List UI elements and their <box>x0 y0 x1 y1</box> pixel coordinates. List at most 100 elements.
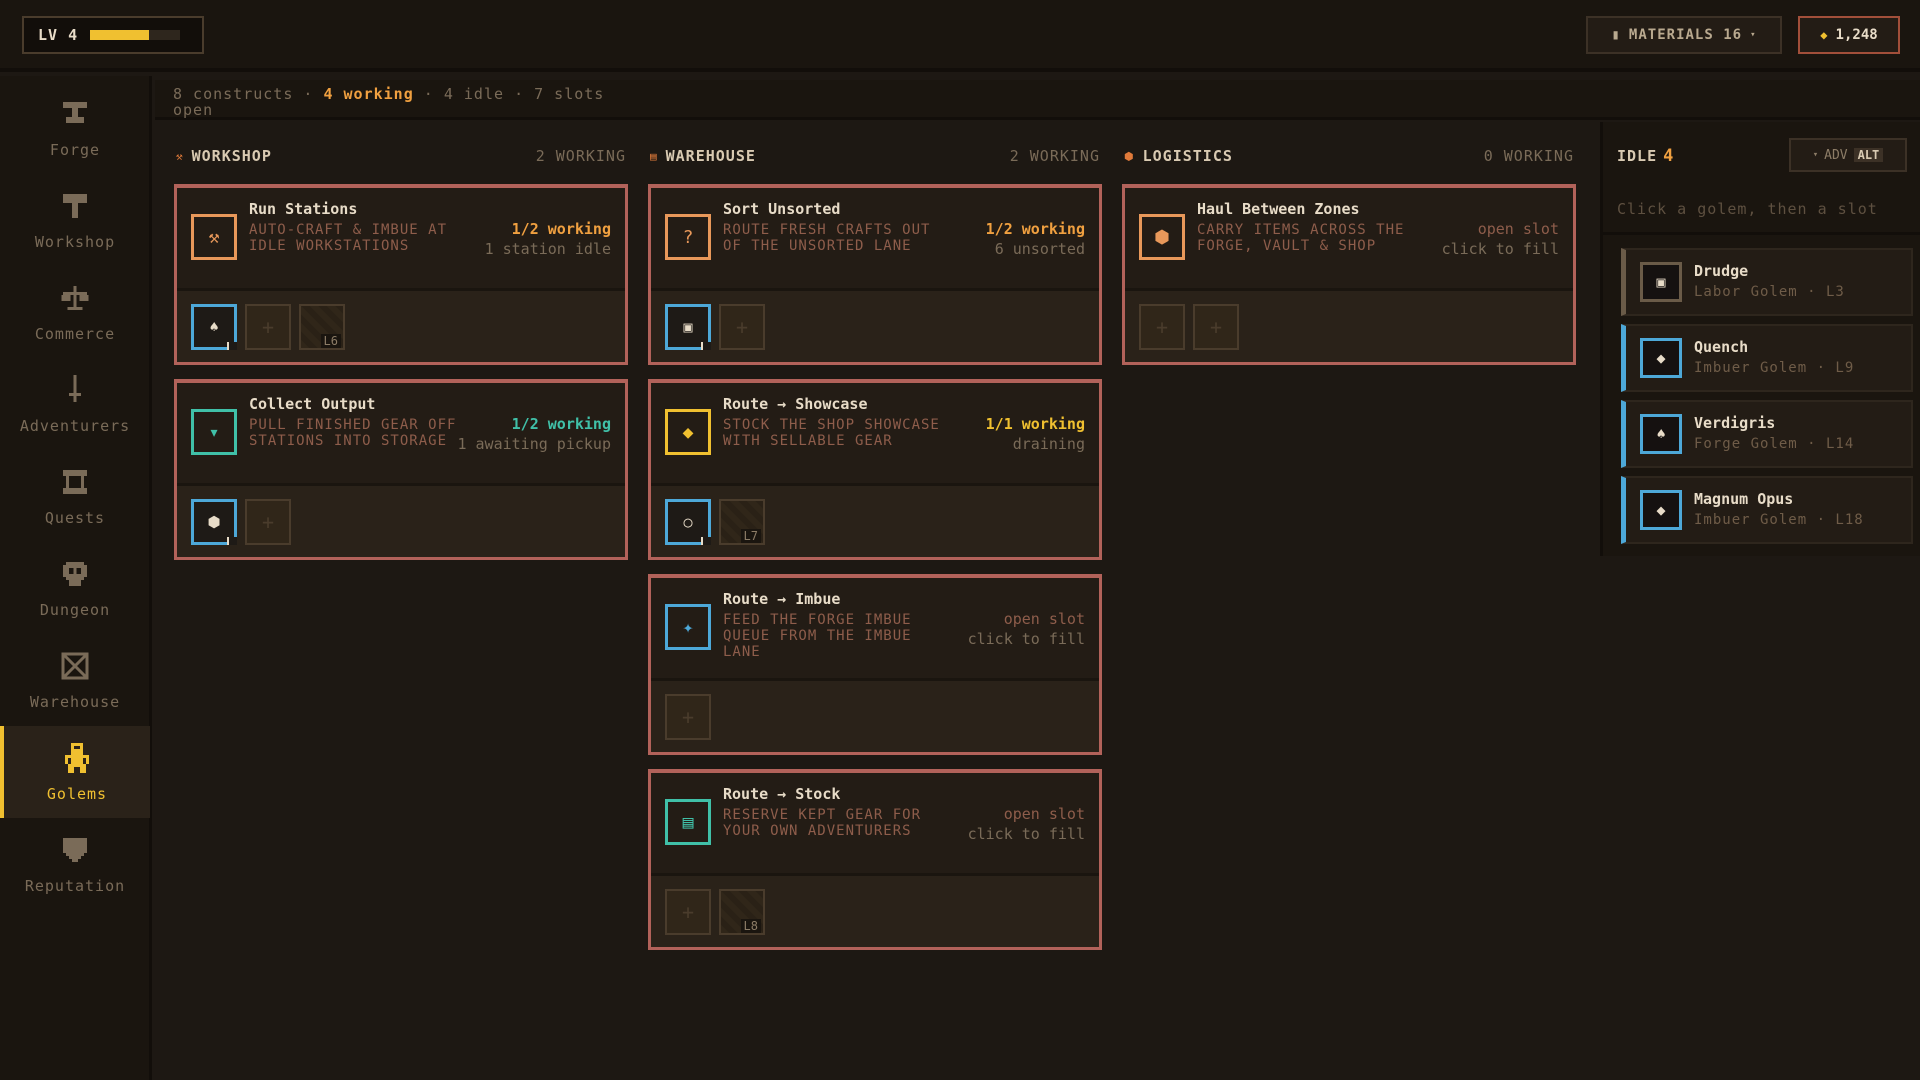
card-description: ROUTE FRESH CRAFTS OUT OF THE UNSORTED L… <box>723 222 931 254</box>
card-status: 1/1 working <box>985 415 1085 433</box>
golem-name: Verdigris <box>1694 414 1776 432</box>
assigned-golem-slot[interactable]: ⬢ <box>191 498 237 545</box>
materials-label: MATERIALS 16 <box>1628 27 1743 43</box>
question-icon: ? <box>665 214 711 260</box>
slots-count-tail: open <box>173 101 214 119</box>
job-card-haul-between-zones[interactable]: ⬢ Haul Between Zones CARRY ITEMS ACROSS … <box>1122 184 1576 365</box>
column-header-logistics: ⬢ LOGISTICS 0 WORKING <box>1124 146 1574 166</box>
sidebar-item-label: Quests <box>44 509 106 527</box>
golem-card[interactable]: ◆ Quench Imbuer Golem · L9 <box>1621 324 1913 392</box>
empty-slot[interactable]: + <box>665 888 711 935</box>
idle-count: 4 idle <box>443 85 505 103</box>
golem-card[interactable]: ♠ Verdigris Forge Golem · L14 <box>1621 400 1913 468</box>
column-title: LOGISTICS <box>1142 147 1233 165</box>
sidebar-item-golems[interactable]: Golems <box>0 726 150 818</box>
sidebar-item-warehouse[interactable]: Warehouse <box>0 634 150 726</box>
card-description: FEED THE FORGE IMBUE QUEUE FROM THE IMBU… <box>723 612 912 660</box>
separator: · <box>303 85 314 103</box>
diamond-icon: ◆ <box>665 409 711 455</box>
assigned-golem-slot[interactable]: ▣ <box>665 303 711 350</box>
sidebar-item-label: Workshop <box>34 233 116 251</box>
skull-icon <box>58 557 92 591</box>
column-header-warehouse: ▤ WAREHOUSE 2 WORKING <box>650 146 1100 166</box>
scroll-icon <box>58 465 92 499</box>
job-card-route-showcase[interactable]: ◆ Route → Showcase STOCK THE SHOP SHOWCA… <box>648 379 1102 560</box>
sidebar-item-quests[interactable]: Quests <box>0 450 150 542</box>
card-status: open slot <box>1003 610 1085 628</box>
block-icon: ▣ <box>683 317 693 336</box>
plus-icon: + <box>1155 314 1169 339</box>
card-title: Sort Unsorted <box>723 200 841 218</box>
golem-card[interactable]: ▣ Drudge Labor Golem · L3 <box>1621 248 1913 316</box>
sidebar-item-dungeon[interactable]: Dungeon <box>0 542 150 634</box>
golem-type-level: Forge Golem · L14 <box>1694 436 1855 452</box>
column-title: WORKSHOP <box>191 147 272 165</box>
gold-counter: ◆ 1,248 <box>1798 16 1900 54</box>
sidebar-item-label: Warehouse <box>29 693 121 711</box>
job-card-route-stock[interactable]: ▤ Route → Stock RESERVE KEPT GEAR FOR YO… <box>648 769 1102 950</box>
assigned-golem-slot[interactable]: ♠ <box>191 303 237 350</box>
card-status: 1/2 working <box>985 220 1085 238</box>
block-icon: ▣ <box>1640 262 1682 302</box>
sidebar-item-label: Golems <box>46 785 108 803</box>
job-card-collect-output[interactable]: ▾ Collect Output PULL FINISHED GEAR OFF … <box>174 379 628 560</box>
card-status: open slot <box>1477 220 1559 238</box>
plus-icon: + <box>681 899 695 924</box>
sidebar-item-forge[interactable]: Forge <box>0 82 150 174</box>
level-indicator: LV 4 <box>22 16 204 54</box>
locked-slot: L8 <box>719 888 765 935</box>
golem-name: Quench <box>1694 338 1749 356</box>
sidebar-item-label: Forge <box>49 141 101 159</box>
ledger-icon: ▤ <box>665 799 711 845</box>
summary-strip: 8 constructs · 4 working · 4 idle · 7 sl… <box>155 80 1920 120</box>
materials-dropdown[interactable]: ▮ MATERIALS 16 ▾ <box>1586 16 1782 54</box>
diamond-icon: ◆ <box>1640 338 1682 378</box>
job-card-sort-unsorted[interactable]: ? Sort Unsorted ROUTE FRESH CRAFTS OUT O… <box>648 184 1102 365</box>
plus-icon: + <box>735 314 749 339</box>
locked-slot: L7 <box>719 498 765 545</box>
golem-type-level: Imbuer Golem · L18 <box>1694 512 1864 528</box>
job-card-route-imbue[interactable]: ✦ Route → Imbue FEED THE FORGE IMBUE QUE… <box>648 574 1102 755</box>
golem-type-level: Imbuer Golem · L9 <box>1694 360 1855 376</box>
gold-icon: ◆ <box>1820 28 1828 42</box>
chevron-down-icon: ▾ <box>1750 30 1757 40</box>
card-status: 1/2 working <box>511 415 611 433</box>
column-count: 0 WORKING <box>1483 147 1574 165</box>
card-substatus: 1 awaiting pickup <box>457 435 611 453</box>
sidebar-item-workshop[interactable]: Workshop <box>0 174 150 266</box>
card-substatus: draining <box>1012 435 1085 453</box>
level-label: LV 4 <box>38 26 79 44</box>
sidebar-item-reputation[interactable]: Reputation <box>0 818 150 910</box>
empty-slot[interactable]: + <box>719 303 765 350</box>
empty-slot[interactable]: + <box>245 498 291 545</box>
card-status: 1/2 working <box>511 220 611 238</box>
sidebar-item-label: Dungeon <box>39 601 111 619</box>
spade-icon: ♠ <box>1640 414 1682 454</box>
plus-icon: + <box>261 509 275 534</box>
sidebar-item-label: Reputation <box>24 877 126 895</box>
sidebar-item-adventurers[interactable]: Adventurers <box>0 358 150 450</box>
golem-name: Drudge <box>1694 262 1749 280</box>
empty-slot[interactable]: + <box>1139 303 1185 350</box>
golem-card[interactable]: ◆ Magnum Opus Imbuer Golem · L18 <box>1621 476 1913 544</box>
card-substatus: click to fill <box>967 630 1085 648</box>
hammer-icon: ⚒ <box>176 149 184 163</box>
empty-slot[interactable]: + <box>665 693 711 740</box>
advanced-toggle-button[interactable]: ▾ ADV ALT <box>1789 138 1907 172</box>
locked-slot: L6 <box>299 303 345 350</box>
crate-icon <box>58 649 92 683</box>
column-header-workshop: ⚒ WORKSHOP 2 WORKING <box>176 146 626 166</box>
job-card-run-stations[interactable]: ⚒ Run Stations AUTO-CRAFT & IMBUE AT IDL… <box>174 184 628 365</box>
assigned-golem-slot[interactable]: ○ <box>665 498 711 545</box>
gold-amount: 1,248 <box>1835 27 1878 43</box>
empty-slot[interactable]: + <box>1193 303 1239 350</box>
golem-name: Magnum Opus <box>1694 490 1794 508</box>
card-title: Haul Between Zones <box>1197 200 1360 218</box>
golem-type-level: Labor Golem · L3 <box>1694 284 1845 300</box>
sparkle-icon: ✦ <box>665 604 711 650</box>
hex-icon: ⬢ <box>1124 149 1135 163</box>
empty-slot[interactable]: + <box>245 303 291 350</box>
sidebar-item-commerce[interactable]: Commerce <box>0 266 150 358</box>
arrow-down-icon: ▾ <box>191 409 237 455</box>
materials-icon: ▮ <box>1611 27 1621 43</box>
